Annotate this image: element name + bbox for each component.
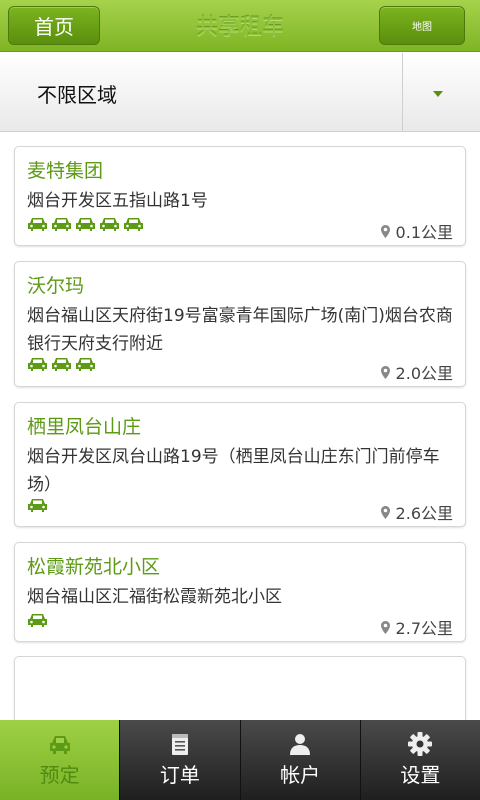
location-list[interactable]: 麦特集团 烟台开发区五指山路1号 0.1公里 沃尔玛 烟台福山区天府街19号富豪…: [0, 133, 480, 720]
distance: 2.7公里: [380, 615, 453, 639]
distance: 2.0公里: [380, 360, 453, 384]
location-name: 松霞新苑北小区: [27, 556, 161, 578]
car-icon: [75, 356, 96, 376]
tab-label: 帐户: [280, 763, 321, 787]
region-divider: [402, 53, 403, 131]
location-address: 烟台开发区五指山路1号: [27, 191, 208, 211]
tab-account[interactable]: 帐户: [239, 720, 360, 800]
car-icon: [123, 216, 144, 236]
car-icon: [51, 216, 72, 236]
gear-icon: [408, 732, 433, 756]
tab-label: 预定: [39, 763, 80, 787]
location-card[interactable]: 沃尔玛 烟台福山区天府街19号富豪青年国际广场(南门)烟台农商银行天府支行附近 …: [14, 261, 466, 387]
location-name: 麦特集团: [27, 160, 104, 182]
location-name: 栖里凤台山庄: [27, 416, 142, 438]
distance: 2.6公里: [380, 500, 453, 524]
tab-orders[interactable]: 订单: [119, 720, 239, 800]
car-icon: [75, 216, 96, 236]
dropdown-arrow-icon[interactable]: [433, 91, 443, 97]
tab-reserve[interactable]: 预定: [0, 720, 120, 800]
location-card[interactable]: 栖里凤台山庄 烟台开发区凤台山路19号（栖里凤台山庄东门门前停车场） 2.6公里: [14, 402, 466, 527]
distance-value: 0.1公里: [395, 223, 453, 242]
location-pin-icon: [380, 365, 390, 379]
location-pin-icon: [380, 505, 390, 519]
location-card[interactable]: [14, 656, 466, 720]
car-icon: [51, 356, 72, 376]
car-icon: [27, 612, 48, 632]
car-availability: [27, 612, 48, 632]
car-availability: [27, 216, 144, 236]
top-bar: 首页 共享租车 地图: [0, 0, 480, 52]
region-selector[interactable]: 不限区域: [0, 53, 480, 132]
location-address: 烟台福山区天府街19号富豪青年国际广场(南门)烟台农商银行天府支行附近: [27, 306, 453, 354]
car-icon: [99, 216, 120, 236]
distance-value: 2.6公里: [395, 504, 453, 523]
distance-value: 2.7公里: [395, 619, 453, 638]
car-availability: [27, 356, 96, 376]
car-availability: [27, 497, 48, 517]
location-address: 烟台开发区凤台山路19号（栖里凤台山庄东门门前停车场）: [27, 447, 440, 495]
bottom-tab-bar: 预定 订单 帐户 设置: [0, 720, 480, 800]
location-address: 烟台福山区汇福街松霞新苑北小区: [27, 587, 282, 607]
location-pin-icon: [380, 620, 390, 634]
map-button[interactable]: 地图: [379, 6, 465, 45]
car-icon: [49, 736, 70, 754]
tab-settings[interactable]: 设置: [359, 720, 480, 800]
region-selected-value: 不限区域: [37, 83, 117, 107]
car-icon: [27, 356, 48, 376]
location-card[interactable]: 松霞新苑北小区 烟台福山区汇福街松霞新苑北小区 2.7公里: [14, 542, 466, 642]
distance: 0.1公里: [380, 219, 453, 243]
car-icon: [27, 497, 48, 517]
car-icon: [27, 216, 48, 236]
location-name: 沃尔玛: [27, 275, 85, 297]
tab-label: 设置: [400, 763, 441, 787]
location-pin-icon: [380, 224, 390, 238]
distance-value: 2.0公里: [395, 364, 453, 383]
tab-label: 订单: [159, 763, 200, 787]
user-icon: [290, 734, 311, 755]
location-card[interactable]: 麦特集团 烟台开发区五指山路1号 0.1公里: [14, 146, 466, 246]
notepad-icon: [171, 734, 188, 755]
